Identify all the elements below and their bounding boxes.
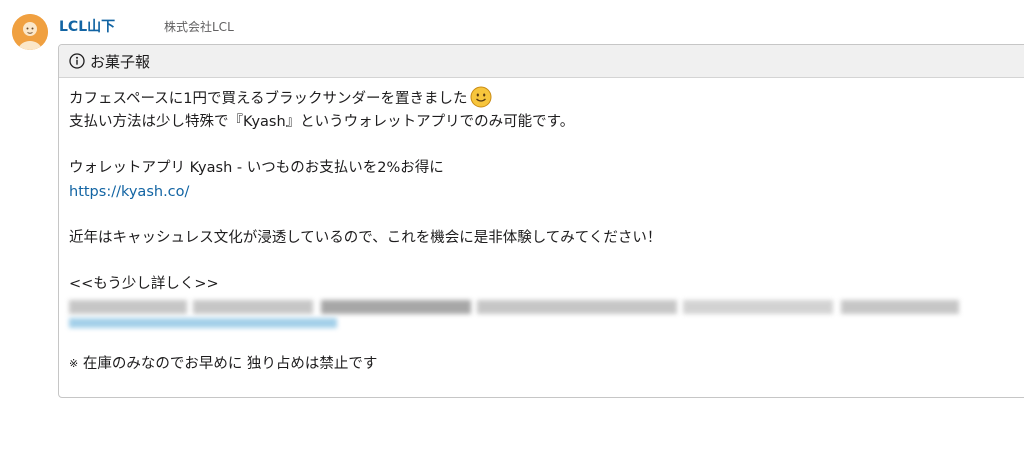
info-icon [69, 53, 85, 69]
body-text-1: カフェスペースに1円で買えるブラックサンダーを置きました [69, 91, 468, 107]
smiley-emoji-icon [470, 86, 492, 108]
message-post: LCL山下 株式会社LCL お菓子報 カフェスペースに1円で買えるブラックサンダ… [0, 0, 1024, 466]
redacted-link-line [69, 318, 1024, 338]
body-line-6: ※ 在庫のみなのでお早めに 独り占めは禁止です [69, 352, 1024, 376]
user-avatar-icon[interactable] [12, 14, 48, 50]
note-mark: ※ [69, 357, 79, 370]
author-name[interactable]: LCL山下 [59, 16, 115, 36]
card-body: カフェスペースに1円で買えるブラックサンダーを置きました 支払い方法は少し特殊で… [59, 78, 1024, 376]
body-line-1: カフェスペースに1円で買えるブラックサンダーを置きました [69, 86, 1024, 110]
body-line-4: 近年はキャッシュレス文化が浸透しているので、これを機会に是非体験してみてください… [69, 230, 662, 246]
post-card: お菓子報 カフェスペースに1円で買えるブラックサンダーを置きました 支払い方法は… [58, 44, 1024, 398]
body-line-5: <<もう少し詳しく>> [69, 276, 219, 292]
body-line-2: 支払い方法は少し特殊で『Kyash』というウォレットアプリでのみ可能です。 [69, 114, 575, 130]
author-organization: 株式会社LCL [164, 20, 234, 34]
body-text-6: 在庫のみなのでお早めに 独り占めは禁止です [78, 356, 378, 372]
redacted-text-line [69, 296, 1024, 318]
kyash-link[interactable]: https://kyash.co/ [69, 180, 1024, 204]
body-line-3: ウォレットアプリ Kyash - いつものお支払いを2%お得に [69, 160, 444, 176]
card-title: お菓子報 [90, 52, 151, 71]
card-header: お菓子報 [59, 45, 1024, 78]
